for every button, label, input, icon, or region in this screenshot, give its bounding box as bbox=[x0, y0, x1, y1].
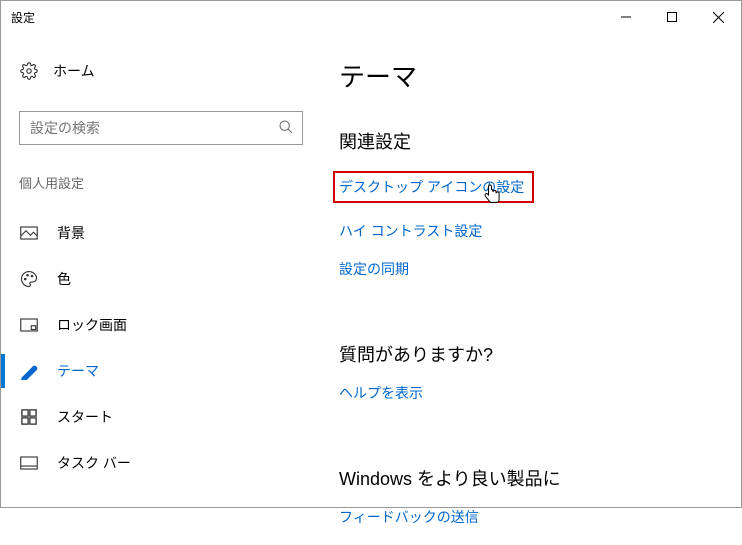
sidebar-item-background[interactable]: 背景 bbox=[1, 210, 321, 256]
sidebar-item-label: テーマ bbox=[57, 361, 99, 381]
page-title: テーマ bbox=[339, 57, 717, 94]
sidebar-item-label: ロック画面 bbox=[57, 315, 127, 335]
lockscreen-icon bbox=[19, 315, 39, 335]
search-input[interactable] bbox=[30, 120, 278, 136]
high-contrast-link[interactable]: ハイ コントラスト設定 bbox=[339, 221, 482, 241]
sidebar-item-label: タスク バー bbox=[57, 453, 131, 473]
window-title: 設定 bbox=[11, 9, 603, 26]
gear-icon bbox=[19, 61, 39, 81]
taskbar-icon bbox=[19, 453, 39, 473]
feedback-section: Windows をより良い製品に フィードバックの送信 bbox=[339, 465, 717, 545]
sidebar-item-themes[interactable]: テーマ bbox=[1, 348, 321, 394]
desktop-icon-settings-link[interactable]: デスクトップ アイコンの設定 bbox=[333, 171, 534, 203]
sidebar-item-colors[interactable]: 色 bbox=[1, 256, 321, 302]
sidebar-item-start[interactable]: スタート bbox=[1, 394, 321, 440]
sync-settings-link[interactable]: 設定の同期 bbox=[339, 259, 409, 279]
sidebar-item-lockscreen[interactable]: ロック画面 bbox=[1, 302, 321, 348]
content-area: テーマ 関連設定 デスクトップ アイコンの設定 ハイ コントラスト設定 設定の同… bbox=[321, 33, 741, 507]
start-icon bbox=[19, 407, 39, 427]
minimize-button[interactable] bbox=[603, 1, 649, 33]
sidebar-group-header: 個人用設定 bbox=[1, 173, 321, 192]
related-heading: 関連設定 bbox=[339, 128, 717, 154]
sidebar-item-label: 色 bbox=[57, 269, 71, 289]
titlebar: 設定 bbox=[1, 1, 741, 33]
search-box[interactable] bbox=[19, 111, 303, 145]
show-help-link[interactable]: ヘルプを表示 bbox=[339, 383, 423, 403]
sidebar-item-label: 背景 bbox=[57, 223, 85, 243]
feedback-heading: Windows をより良い製品に bbox=[339, 465, 717, 491]
sidebar-item-taskbar[interactable]: タスク バー bbox=[1, 440, 321, 486]
close-button[interactable] bbox=[695, 1, 741, 33]
send-feedback-link[interactable]: フィードバックの送信 bbox=[339, 507, 479, 527]
home-nav[interactable]: ホーム bbox=[1, 55, 321, 87]
search-icon bbox=[278, 119, 294, 138]
picture-icon bbox=[19, 223, 39, 243]
related-settings-section: 関連設定 デスクトップ アイコンの設定 ハイ コントラスト設定 設定の同期 bbox=[339, 128, 717, 297]
home-label: ホーム bbox=[53, 61, 95, 81]
help-heading: 質問がありますか? bbox=[339, 341, 717, 367]
maximize-button[interactable] bbox=[649, 1, 695, 33]
sidebar-item-label: スタート bbox=[57, 407, 113, 427]
palette-icon bbox=[19, 269, 39, 289]
help-section: 質問がありますか? ヘルプを表示 bbox=[339, 341, 717, 421]
window-controls bbox=[603, 1, 741, 33]
sidebar: ホーム 個人用設定 背景 色 bbox=[1, 33, 321, 507]
theme-icon bbox=[19, 361, 39, 381]
